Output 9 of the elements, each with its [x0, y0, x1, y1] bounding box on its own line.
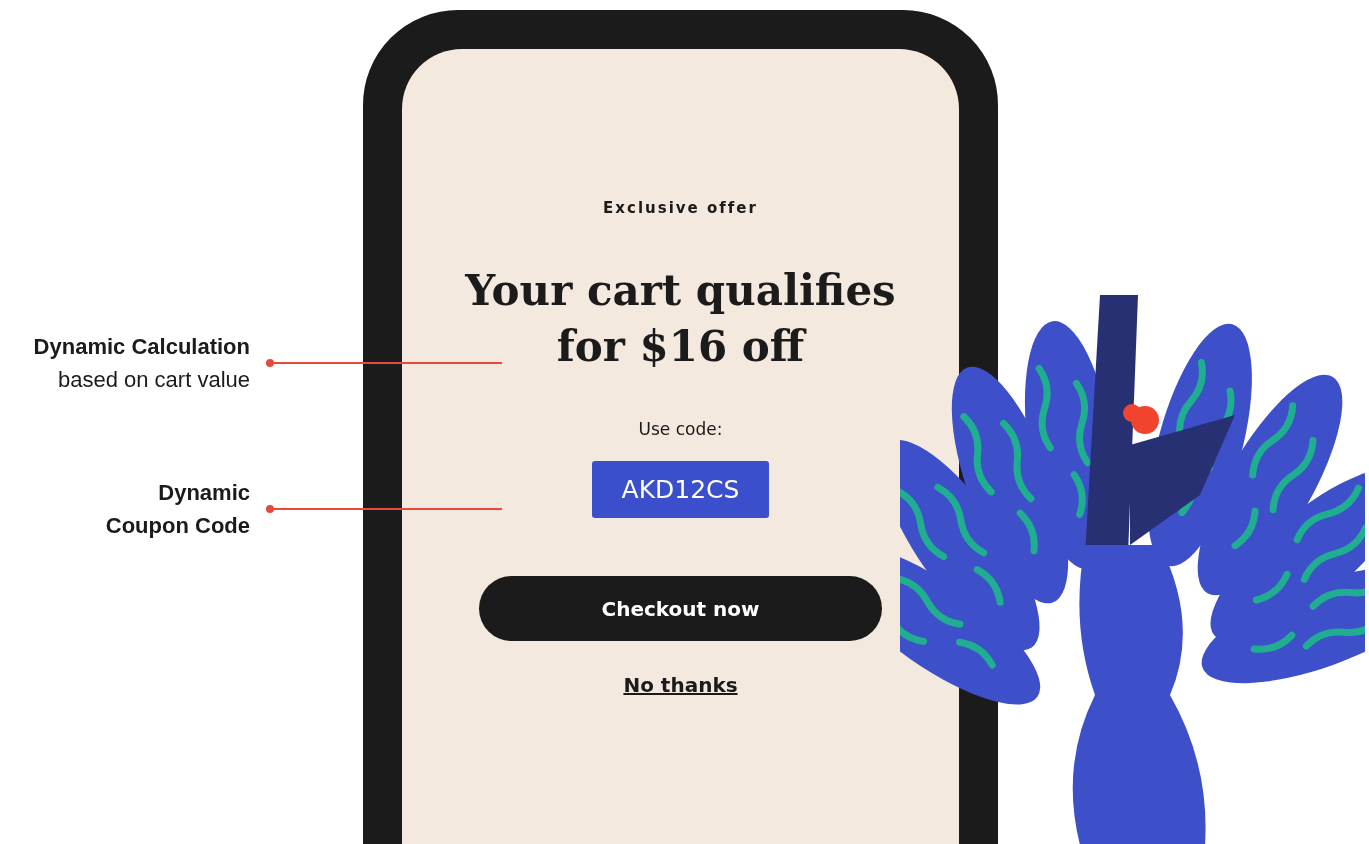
code-label: Use code:: [638, 419, 723, 439]
annotation-title: Dynamic Calculation: [33, 333, 250, 361]
eyebrow-text: Exclusive offer: [603, 199, 758, 217]
coupon-code: AKD12CS: [591, 461, 770, 518]
no-thanks-link[interactable]: No thanks: [623, 673, 738, 697]
annotation-title: Dynamic Coupon Code: [104, 479, 250, 540]
offer-headline: Your cart qualifies for $16 off: [464, 265, 897, 373]
annotation-subtitle: based on cart value: [57, 366, 250, 394]
checkout-button[interactable]: Checkout now: [479, 576, 882, 641]
